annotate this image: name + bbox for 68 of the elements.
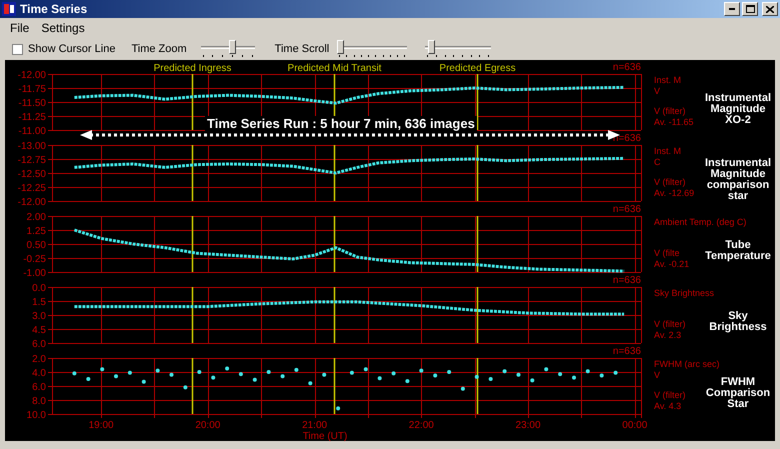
filter-label: V (filter) (654, 319, 686, 330)
y-tick-label: -12.50 (18, 169, 46, 180)
annotation-text: Tube Temperature (704, 240, 772, 262)
count-label: n=636 (612, 346, 641, 357)
y-tick-label: -11.75 (18, 84, 46, 95)
x-tick-label: 20:00 (195, 420, 220, 431)
quantity-label: Inst. M (654, 75, 682, 86)
event-label: Predicted Ingress (154, 63, 232, 74)
window-title: Time Series (20, 1, 88, 18)
annotation-text: Sky Brightness (708, 311, 768, 333)
filter-label: V (filter) (654, 106, 686, 117)
axis-title: Time (UT) (302, 431, 348, 442)
quantity-label: Inst. M (654, 146, 682, 157)
filter-label: V (filter) (654, 177, 686, 188)
y-tick-label: 0.50 (26, 240, 46, 251)
x-tick-label: 19:00 (88, 420, 114, 431)
filter-label: V (filter) (654, 390, 686, 401)
y-tick-label: -11.25 (18, 112, 46, 123)
y-tick-label: 6.0 (32, 382, 46, 393)
event-label: Predicted Egress (439, 63, 516, 74)
y-tick-label: 8.0 (32, 396, 46, 407)
average-label: Av. 4.3 (654, 401, 682, 412)
x-tick-label: 22:00 (408, 420, 434, 431)
quantity-label: FWHM (arc sec) (654, 359, 720, 370)
average-label: Av. -0.21 (654, 259, 690, 270)
y-tick-label: -11.00 (18, 126, 46, 137)
y-tick-label: -12.00 (18, 197, 46, 208)
y-tick-label: 4.5 (32, 325, 46, 336)
count-label: n=636 (612, 62, 641, 73)
average-label: Av. 2.3 (654, 330, 682, 341)
y-tick-label: -0.25 (23, 254, 46, 265)
average-label: Av. -11.65 (654, 117, 694, 128)
annotation-text: FWHM Comparison Star (704, 376, 772, 410)
unit-label: C (654, 157, 660, 168)
y-tick-label: 6.0 (32, 339, 46, 350)
y-tick-label: 3.0 (32, 311, 46, 322)
filter-label: V (filte (654, 248, 680, 259)
annotation-text: Instrumental Magnitude XO-2 (704, 92, 772, 126)
y-tick-label: 1.25 (26, 226, 46, 237)
unit-label: V (654, 86, 660, 97)
x-tick-label: 23:00 (516, 420, 541, 431)
run-annotation: Time Series Run : 5 hour 7 min, 636 images (205, 116, 477, 131)
y-tick-label: 10.0 (26, 410, 46, 421)
quantity-label: Ambient Temp. (deg C) (654, 217, 746, 228)
slider-label: Time Zoom (131, 42, 187, 57)
y-tick-label: -13.00 (18, 141, 46, 152)
y-tick-label: 1.5 (32, 297, 46, 308)
y-tick-label: 2.00 (26, 212, 46, 223)
y-tick-label: 4.0 (32, 368, 46, 379)
y-tick-label: -11.50 (18, 98, 46, 109)
y-tick-label: -12.75 (18, 155, 46, 166)
x-tick-label: 00:00 (622, 420, 648, 431)
x-tick-label: 21:00 (302, 420, 328, 431)
quantity-label: Sky Brightness (654, 288, 714, 299)
unit-label: V (654, 370, 660, 381)
slider-label: Time Scroll (274, 42, 330, 57)
average-label: Av. -12.69 (654, 188, 694, 199)
count-label: n=636 (612, 133, 641, 144)
y-tick-label: 2.0 (32, 354, 46, 365)
count-label: n=636 (612, 204, 641, 215)
y-tick-label: -12.00 (18, 70, 46, 81)
count-label: n=636 (612, 275, 641, 286)
y-tick-label: -1.00 (23, 268, 46, 279)
y-tick-label: 0.0 (32, 283, 46, 294)
event-label: Predicted Mid Transit (288, 63, 382, 74)
y-tick-label: -12.25 (18, 183, 46, 194)
checkbox-label: Show Cursor Line (28, 42, 116, 57)
annotation-text: Instrumental Magnitude comparison star (704, 158, 772, 202)
